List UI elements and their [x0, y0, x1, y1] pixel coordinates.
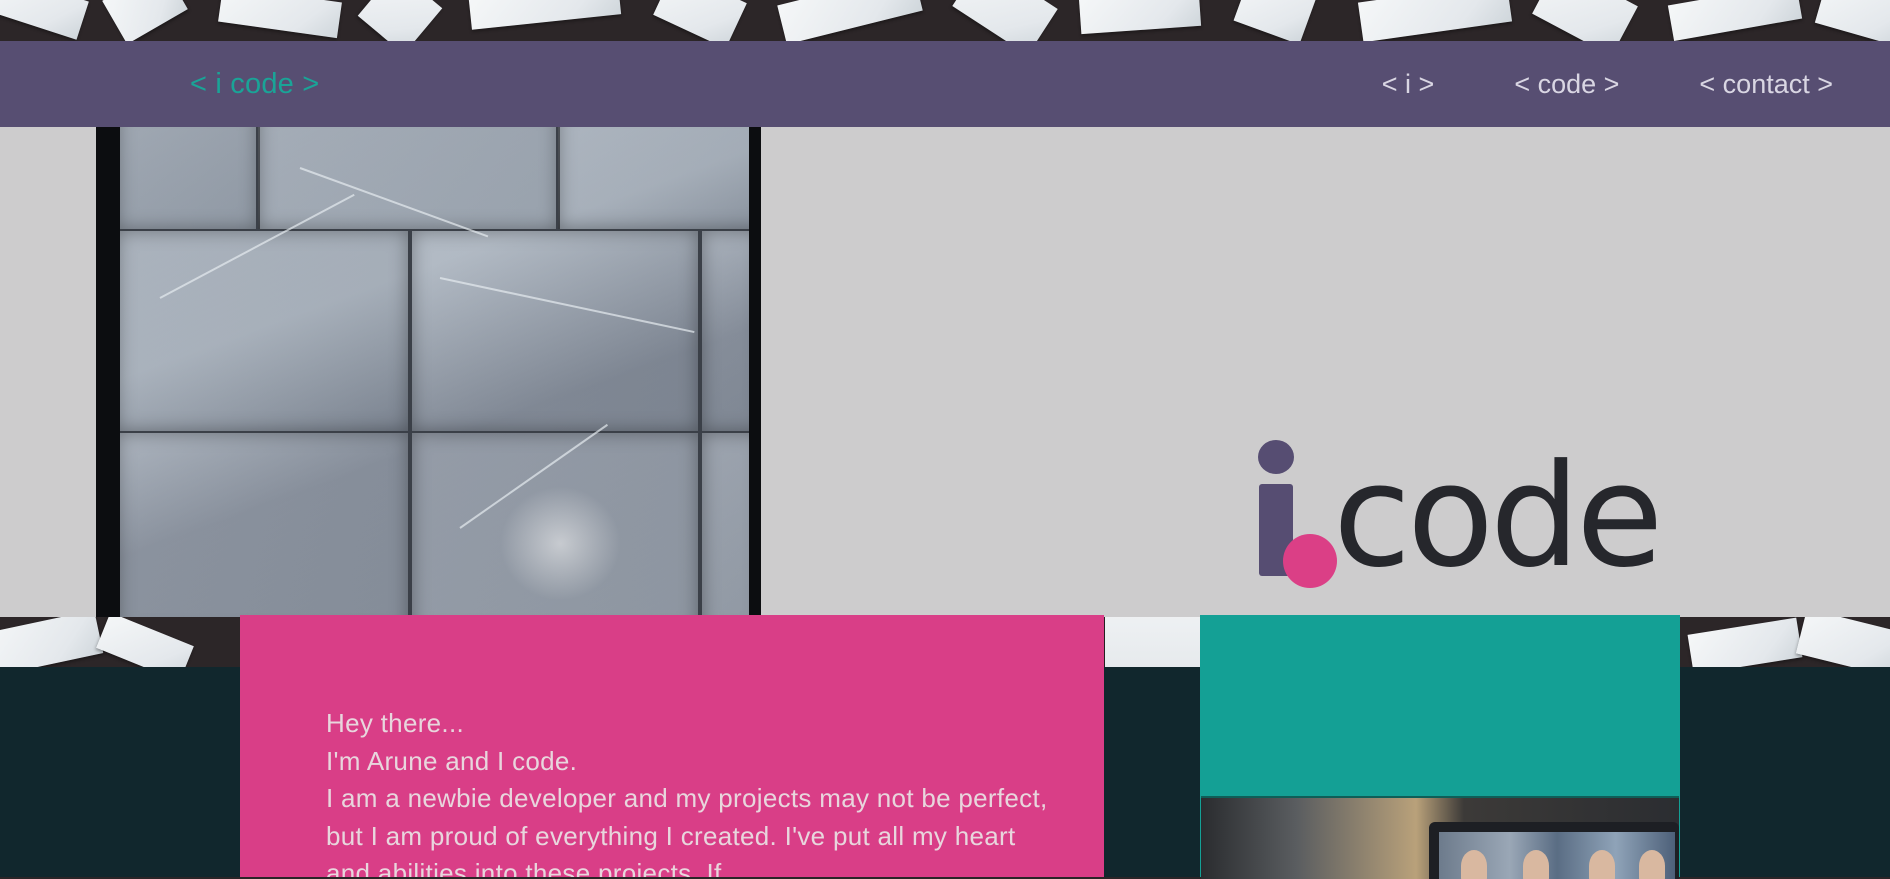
- intro-card: Hey there... I'm Arune and I code. I am …: [240, 615, 1104, 877]
- top-navbar: < i code > < i > < code > < contact >: [0, 41, 1890, 127]
- brand-word: code: [1333, 434, 1663, 599]
- video-call-photo: [1201, 796, 1679, 879]
- nav-link-contact[interactable]: < contact >: [1699, 69, 1833, 100]
- icode-brand-logo: code: [1255, 440, 1663, 592]
- brand-i-dot: [1258, 440, 1294, 474]
- brand-pink-dot: [1283, 534, 1337, 588]
- site-logo-link[interactable]: < i code >: [190, 41, 319, 127]
- main-nav: < i > < code > < contact >: [1382, 41, 1833, 127]
- laptop-image: [1429, 822, 1679, 879]
- marble-tiles-image: [96, 127, 761, 617]
- intro-text: Hey there... I'm Arune and I code. I am …: [326, 708, 1048, 877]
- nav-link-code[interactable]: < code >: [1514, 69, 1619, 100]
- nav-link-i[interactable]: < i >: [1382, 69, 1435, 100]
